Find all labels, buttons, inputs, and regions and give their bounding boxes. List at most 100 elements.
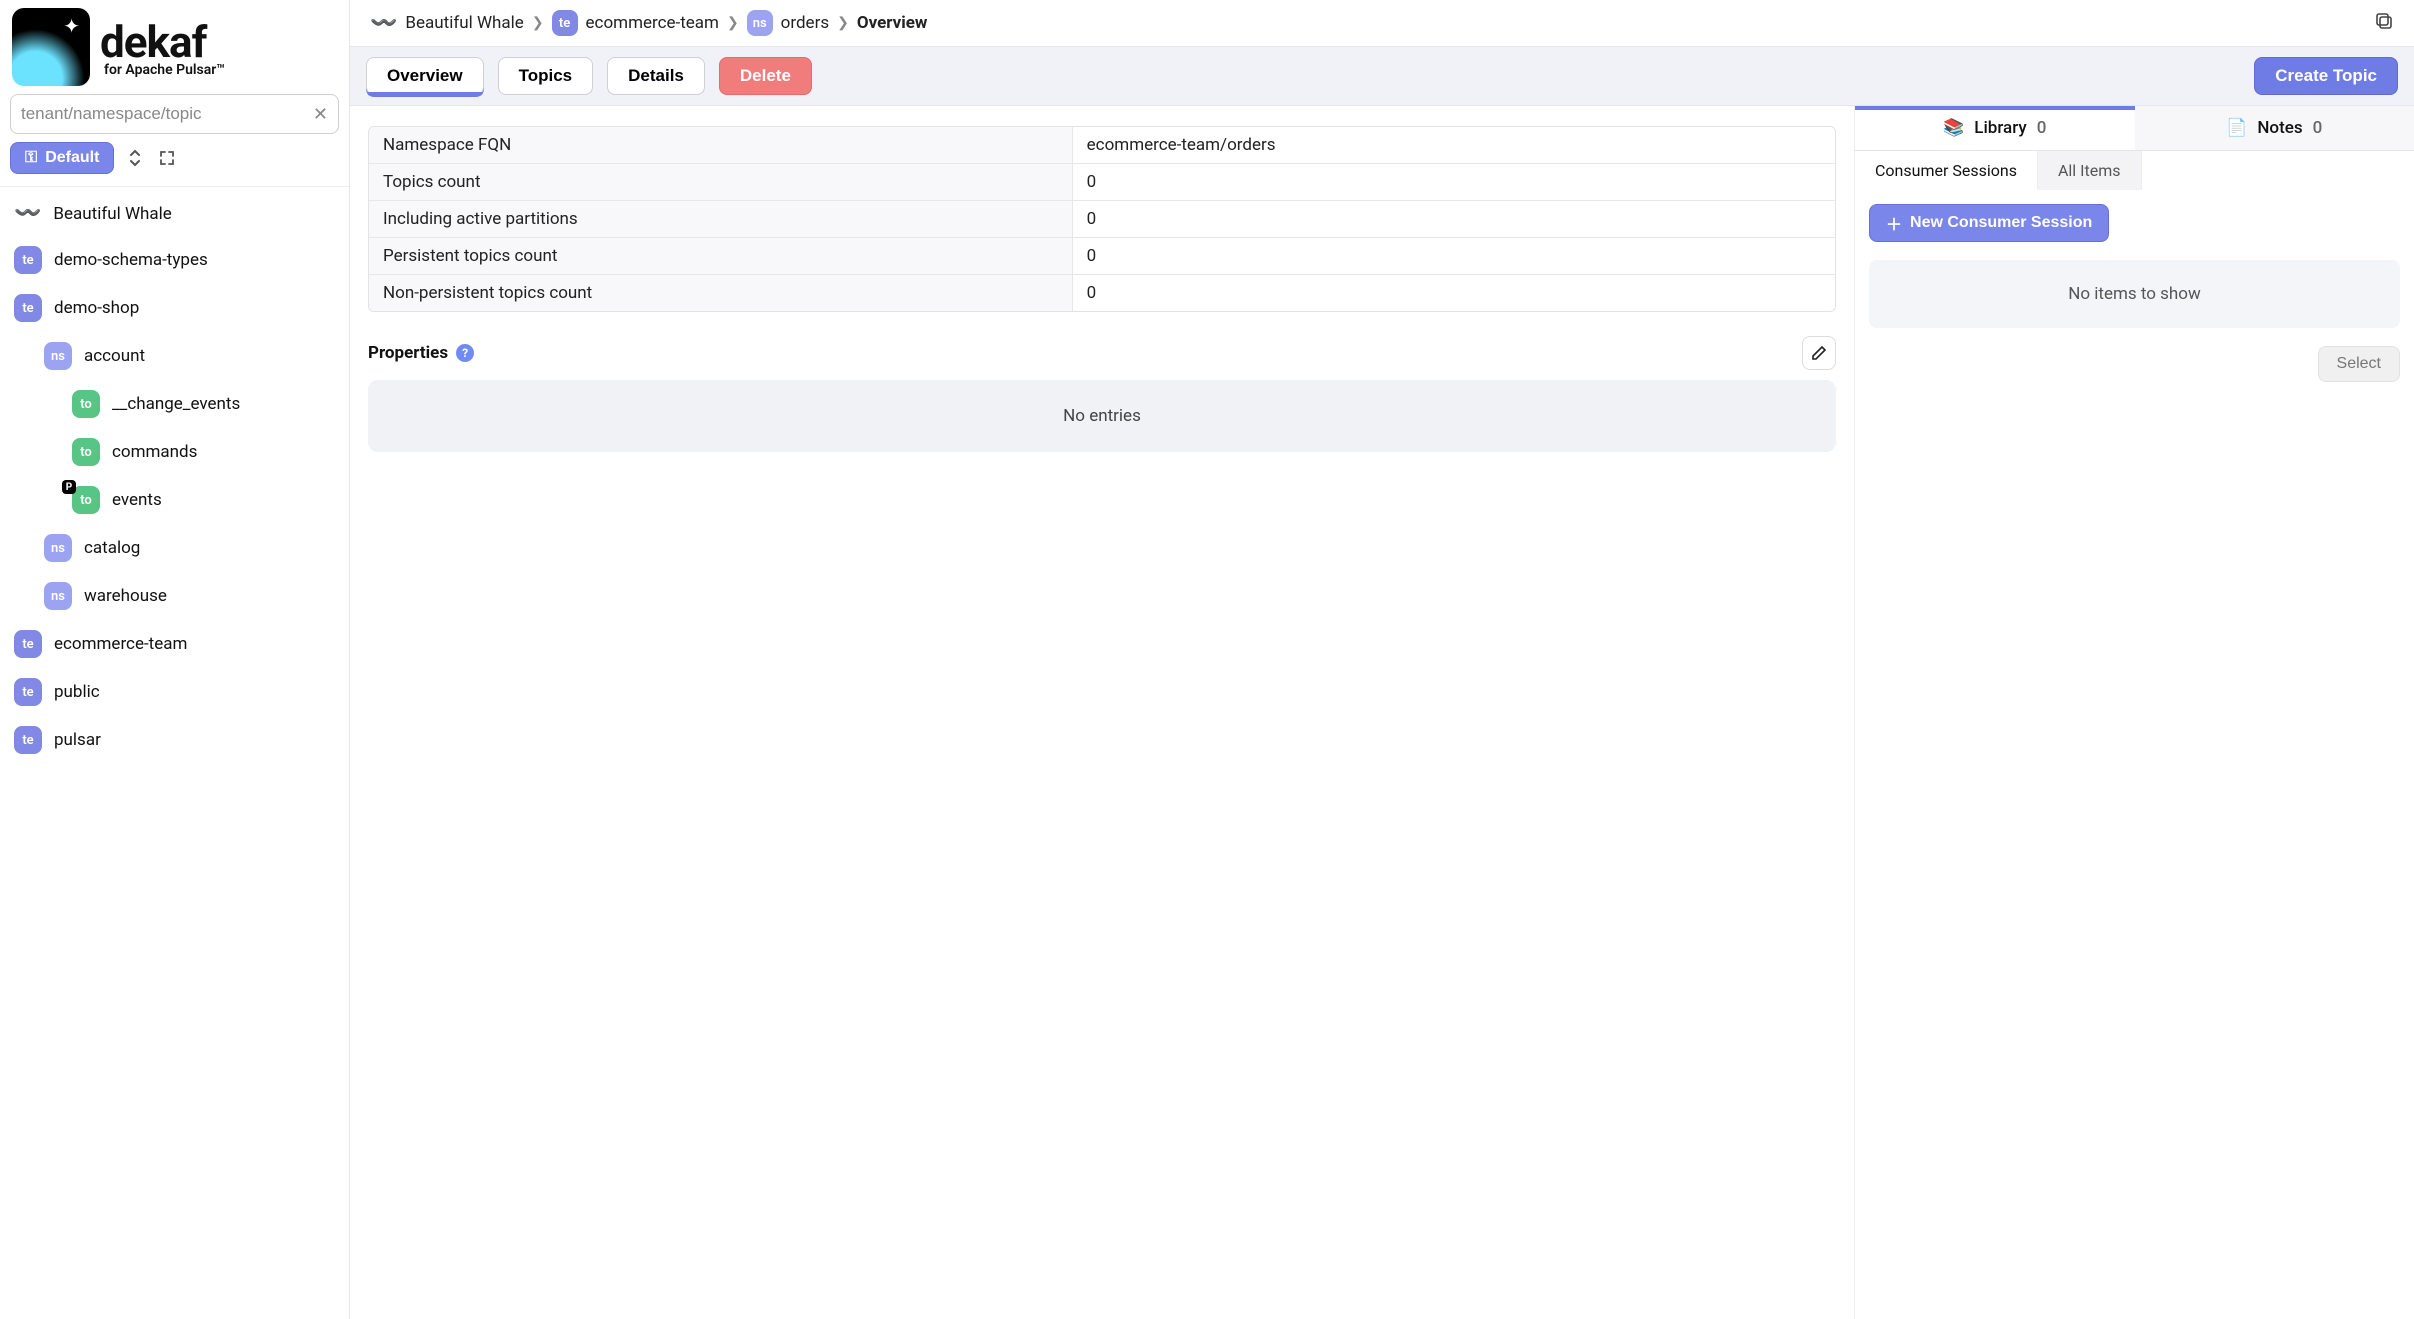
tree-namespace[interactable]: ns account	[0, 332, 349, 380]
controls-row: ⚿ Default	[0, 142, 349, 186]
table-row: Namespace FQN ecommerce-team/orders	[369, 127, 1835, 164]
tab-notes[interactable]: 📄 Notes 0	[2135, 106, 2414, 150]
book-icon: 📚	[1943, 118, 1964, 138]
content-right: 📚 Library 0 📄 Notes 0 Consumer Sessions …	[1854, 106, 2414, 1319]
tree-label: __change_events	[112, 394, 240, 414]
edit-properties-button[interactable]	[1802, 336, 1836, 370]
nav-tree: 〰️ Beautiful Whale te demo-schema-types …	[0, 186, 349, 768]
table-row: Including active partitions 0	[369, 201, 1835, 238]
new-session-label: New Consumer Session	[1910, 214, 2092, 232]
details-key: Persistent topics count	[369, 238, 1073, 274]
namespace-badge: ns	[44, 582, 72, 610]
notes-count: 0	[2313, 118, 2323, 138]
note-icon: 📄	[2226, 118, 2247, 138]
tree-label: catalog	[84, 538, 140, 558]
topic-badge: to	[72, 486, 100, 514]
tab-library-label: Library	[1974, 118, 2026, 138]
tree-tenant[interactable]: te demo-schema-types	[0, 236, 349, 284]
tenant-badge: te	[14, 630, 42, 658]
breadcrumb-namespace[interactable]: orders	[781, 13, 829, 33]
tree-namespace[interactable]: ns warehouse	[0, 572, 349, 620]
breadcrumb-tenant[interactable]: ecommerce-team	[586, 13, 719, 33]
whale-icon: 〰️	[14, 201, 41, 226]
main: 〰️ Beautiful Whale ❯ te ecommerce-team ❯…	[350, 0, 2414, 1319]
new-consumer-session-button[interactable]: ＋ New Consumer Session	[1869, 204, 2109, 242]
brand-logo	[12, 8, 90, 86]
tree-tenant[interactable]: te ecommerce-team	[0, 620, 349, 668]
tree-tenant[interactable]: te public	[0, 668, 349, 716]
tree-tenant[interactable]: te demo-shop	[0, 284, 349, 332]
subtab-consumer-sessions[interactable]: Consumer Sessions	[1855, 151, 2038, 190]
brand-text: dekaf for Apache Pulsar™	[100, 16, 225, 78]
details-value: 0	[1073, 238, 1835, 274]
tab-overview[interactable]: Overview	[366, 57, 484, 95]
tree-label: demo-shop	[54, 298, 139, 318]
tree-topic[interactable]: to __change_events	[0, 380, 349, 428]
chevron-right-icon: ❯	[727, 15, 739, 31]
help-icon[interactable]: ?	[456, 344, 474, 362]
details-value: ecommerce-team/orders	[1073, 127, 1835, 163]
copy-icon[interactable]	[2374, 11, 2394, 36]
topic-badge: to	[72, 390, 100, 418]
whale-icon: 〰️	[370, 11, 397, 36]
table-row: Non-persistent topics count 0	[369, 275, 1835, 311]
tree-label: commands	[112, 442, 197, 462]
key-icon: ⚿	[25, 149, 37, 167]
tree-label: events	[112, 490, 162, 510]
tree-label: pulsar	[54, 730, 101, 750]
right-content: ＋ New Consumer Session No items to show …	[1855, 190, 2414, 1319]
default-connection-button[interactable]: ⚿ Default	[10, 142, 114, 174]
table-row: Persistent topics count 0	[369, 238, 1835, 275]
tenant-badge: te	[14, 294, 42, 322]
clear-icon[interactable]: ✕	[313, 104, 328, 125]
topic-badge-wrap: P to	[72, 486, 100, 514]
search-row: ✕	[0, 86, 349, 142]
properties-empty: No entries	[368, 380, 1836, 452]
tree-tenant[interactable]: te pulsar	[0, 716, 349, 764]
table-row: Topics count 0	[369, 164, 1835, 201]
search-input[interactable]	[21, 104, 313, 124]
details-key: Including active partitions	[369, 201, 1073, 237]
collapse-icon[interactable]	[124, 147, 146, 169]
delete-button[interactable]: Delete	[719, 57, 812, 95]
create-topic-button[interactable]: Create Topic	[2254, 57, 2398, 95]
tenant-badge: te	[14, 726, 42, 754]
tenant-badge: te	[14, 246, 42, 274]
search-wrap[interactable]: ✕	[10, 94, 339, 134]
brand-name: dekaf	[100, 16, 225, 68]
toolbar: Overview Topics Details Delete Create To…	[350, 46, 2414, 106]
properties-title: Properties	[368, 343, 448, 363]
library-count: 0	[2037, 118, 2047, 138]
tree-namespace[interactable]: ns catalog	[0, 524, 349, 572]
right-subtabs: Consumer Sessions All Items	[1855, 151, 2414, 190]
tree-topic[interactable]: to commands	[0, 428, 349, 476]
details-key: Non-persistent topics count	[369, 275, 1073, 311]
plus-icon: ＋	[1886, 211, 1902, 235]
subtab-all-items[interactable]: All Items	[2038, 151, 2142, 190]
breadcrumb-cluster[interactable]: Beautiful Whale	[405, 13, 523, 33]
details-table: Namespace FQN ecommerce-team/orders Topi…	[368, 126, 1836, 312]
tab-notes-label: Notes	[2257, 118, 2302, 138]
tree-cluster[interactable]: 〰️ Beautiful Whale	[0, 191, 349, 236]
tab-library[interactable]: 📚 Library 0	[1855, 106, 2135, 150]
tenant-badge: te	[14, 678, 42, 706]
tenant-badge: te	[552, 10, 578, 36]
details-value: 0	[1073, 164, 1835, 200]
content-left: Namespace FQN ecommerce-team/orders Topi…	[350, 106, 1854, 1319]
content-row: Namespace FQN ecommerce-team/orders Topi…	[350, 106, 2414, 1319]
fullscreen-icon[interactable]	[156, 147, 178, 169]
breadcrumb: 〰️ Beautiful Whale ❯ te ecommerce-team ❯…	[350, 0, 2414, 46]
tab-details[interactable]: Details	[607, 57, 705, 95]
details-key: Topics count	[369, 164, 1073, 200]
details-value: 0	[1073, 275, 1835, 311]
right-tabs: 📚 Library 0 📄 Notes 0	[1855, 106, 2414, 151]
details-key: Namespace FQN	[369, 127, 1073, 163]
tree-label: Beautiful Whale	[53, 204, 171, 224]
right-empty-state: No items to show	[1869, 260, 2400, 328]
tree-label: public	[54, 682, 100, 702]
brand: dekaf for Apache Pulsar™	[0, 0, 349, 86]
topic-badge: to	[72, 438, 100, 466]
select-button: Select	[2318, 346, 2400, 382]
tab-topics[interactable]: Topics	[498, 57, 594, 95]
tree-topic[interactable]: P to events	[0, 476, 349, 524]
